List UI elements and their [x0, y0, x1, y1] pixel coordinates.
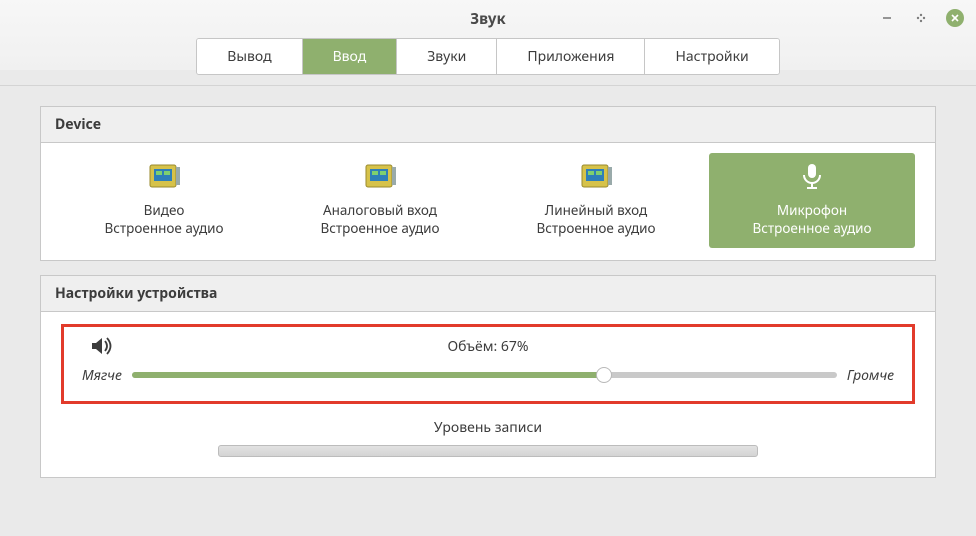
device-subtitle: Встроенное аудио	[67, 219, 261, 237]
tab-0[interactable]: Вывод	[197, 39, 302, 74]
settings-body: Объём: 67% Мягче Громче Уровень записи	[41, 312, 935, 477]
microphone-icon	[797, 161, 827, 195]
device-subtitle: Встроенное аудио	[715, 219, 909, 237]
tab-3[interactable]: Приложения	[497, 39, 645, 74]
volume-slider[interactable]	[132, 367, 837, 383]
volume-highlight-box: Объём: 67% Мягче Громче	[61, 324, 915, 404]
volume-label-row: Объём: 67%	[82, 337, 894, 356]
device-item-0[interactable]: ВидеоВстроенное аудио	[61, 153, 267, 248]
volume-label: Объём: 67%	[447, 337, 528, 356]
device-name: Видео	[67, 201, 261, 219]
device-section-header: Device	[41, 107, 935, 143]
audio-card-icon	[362, 161, 398, 195]
volume-slider-row: Мягче Громче	[82, 366, 894, 385]
minimize-icon[interactable]	[878, 9, 896, 27]
device-item-1[interactable]: Аналоговый входВстроенное аудио	[277, 153, 483, 248]
device-settings-header: Настройки устройства	[41, 276, 935, 312]
tab-1[interactable]: Ввод	[303, 39, 398, 74]
slider-fill	[132, 372, 604, 378]
audio-card-icon	[578, 161, 614, 195]
volume-louder-label: Громче	[847, 366, 894, 385]
device-name: Аналоговый вход	[283, 201, 477, 219]
window-controls	[878, 9, 964, 27]
audio-card-icon	[146, 161, 182, 195]
record-level-area: Уровень записи	[61, 418, 915, 457]
device-section: Device ВидеоВстроенное аудиоАналоговый в…	[40, 106, 936, 261]
speaker-icon	[92, 337, 114, 360]
slider-thumb[interactable]	[596, 367, 612, 383]
record-level-meter	[218, 445, 758, 457]
device-name: Линейный вход	[499, 201, 693, 219]
maximize-icon[interactable]	[912, 9, 930, 27]
record-level-label: Уровень записи	[61, 418, 915, 437]
device-name: Микрофон	[715, 201, 909, 219]
device-subtitle: Встроенное аудио	[283, 219, 477, 237]
tab-4[interactable]: Настройки	[645, 39, 778, 74]
volume-softer-label: Мягче	[82, 366, 122, 385]
device-settings-section: Настройки устройства Объём: 67% Мягче	[40, 275, 936, 478]
device-subtitle: Встроенное аудио	[499, 219, 693, 237]
titlebar: Звук	[0, 0, 976, 38]
tab-bar: ВыводВводЗвукиПриложенияНастройки	[0, 38, 976, 85]
device-item-3[interactable]: МикрофонВстроенное аудио	[709, 153, 915, 248]
device-item-2[interactable]: Линейный входВстроенное аудио	[493, 153, 699, 248]
window-title: Звук	[470, 9, 506, 29]
sound-settings-window: Звук ВыводВводЗвукиПриложенияНастройки D…	[0, 0, 976, 536]
content-area: Device ВидеоВстроенное аудиоАналоговый в…	[0, 85, 976, 536]
close-icon[interactable]	[946, 9, 964, 27]
tab-2[interactable]: Звуки	[397, 39, 497, 74]
